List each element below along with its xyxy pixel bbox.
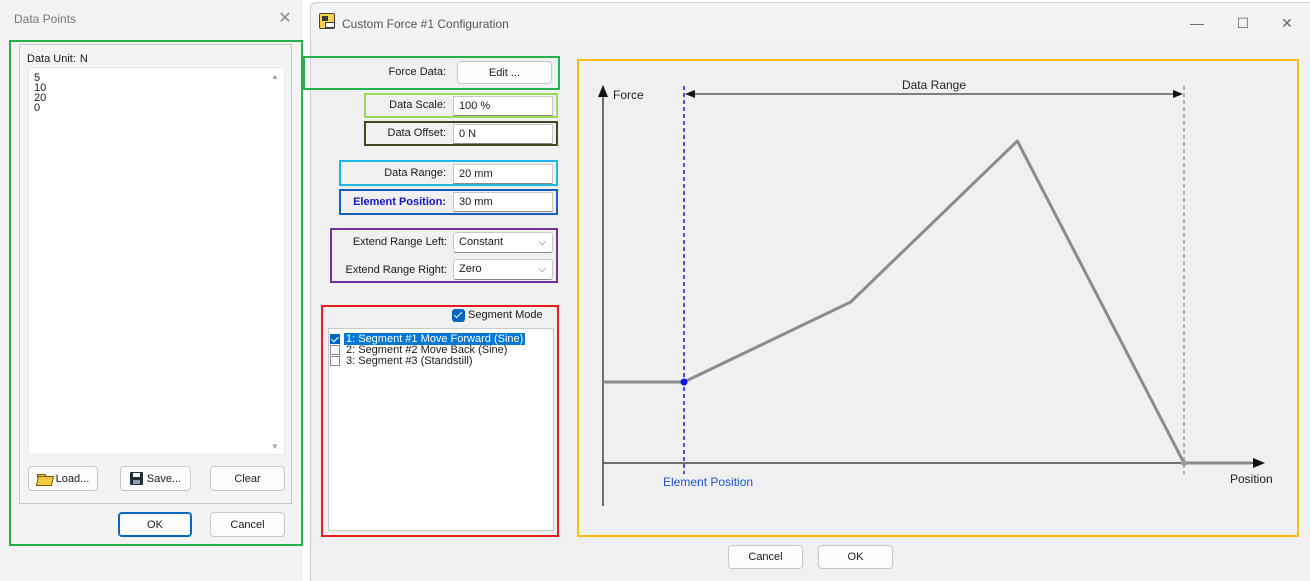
segment-item[interactable]: 3: Segment #3 (Standstill) bbox=[330, 355, 475, 367]
scroll-down-arrow-icon[interactable]: ▼ bbox=[269, 442, 281, 452]
extend-right-select[interactable]: Zero ⌵ bbox=[453, 259, 553, 280]
segment-mode-checkbox[interactable] bbox=[452, 309, 465, 322]
x-axis-label: Position bbox=[1230, 472, 1273, 486]
chevron-down-icon: ⌵ bbox=[538, 264, 546, 275]
folder-open-icon bbox=[36, 473, 52, 485]
data-unit-label: Data Unit: bbox=[27, 53, 76, 65]
data-points-titlebar[interactable]: Data Points ✕ bbox=[0, 0, 303, 38]
data-unit-row: Data Unit: N bbox=[27, 53, 88, 65]
range-arrow-left bbox=[685, 90, 695, 98]
element-position-label: Element Position: bbox=[353, 196, 446, 208]
clear-button[interactable]: Clear bbox=[210, 466, 285, 491]
chevron-down-icon: ⌵ bbox=[538, 237, 546, 248]
data-offset-input[interactable]: 0 N bbox=[453, 124, 553, 144]
edit-button-label: Edit ... bbox=[488, 66, 521, 79]
data-offset-label: Data Offset: bbox=[387, 127, 447, 139]
scroll-up-arrow-icon[interactable]: ▲ bbox=[269, 72, 281, 82]
load-button-label: Load... bbox=[55, 472, 90, 485]
extend-left-label: Extend Range Left: bbox=[352, 236, 447, 248]
data-range-label: Data Range: bbox=[384, 167, 446, 179]
data-unit-value: N bbox=[79, 53, 88, 65]
save-button[interactable]: Save... bbox=[120, 466, 191, 491]
config-window-title: Custom Force #1 Configuration bbox=[342, 17, 509, 31]
data-scale-label: Data Scale: bbox=[389, 99, 446, 111]
floppy-disk-icon bbox=[129, 472, 143, 485]
config-ok-label: OK bbox=[847, 551, 864, 563]
ok-button-label: OK bbox=[147, 518, 163, 531]
ok-button[interactable]: OK bbox=[118, 512, 192, 537]
config-cancel-button[interactable]: Cancel bbox=[728, 545, 803, 569]
minimize-icon[interactable]: — bbox=[1175, 9, 1219, 37]
force-chart: Force Position Element Position Data Ran… bbox=[598, 78, 1273, 506]
force-data-label: Force Data: bbox=[388, 66, 446, 78]
extend-left-select[interactable]: Constant ⌵ bbox=[453, 232, 553, 253]
data-points-title: Data Points bbox=[14, 12, 77, 26]
config-ok-button[interactable]: OK bbox=[818, 545, 893, 569]
extend-left-value: Constant bbox=[459, 236, 504, 248]
window-close-icon[interactable]: ✕ bbox=[1265, 9, 1309, 37]
data-scale-input[interactable]: 100 % bbox=[453, 96, 553, 116]
close-icon[interactable]: ✕ bbox=[272, 7, 298, 31]
config-cancel-label: Cancel bbox=[748, 551, 783, 563]
data-points-group: Data Unit: N 5 10 20 0 ▲ ▼ bbox=[19, 44, 292, 504]
segment-checkbox[interactable] bbox=[330, 345, 340, 355]
force-curve bbox=[603, 139, 1251, 466]
extend-right-value: Zero bbox=[459, 263, 482, 275]
app-icon bbox=[319, 13, 335, 29]
data-point-marker bbox=[680, 378, 688, 386]
range-end-point bbox=[1181, 460, 1187, 466]
segment-label: 3: Segment #3 (Standstill) bbox=[346, 355, 473, 367]
list-item[interactable]: 0 bbox=[29, 103, 46, 114]
cancel-button-label: Cancel bbox=[230, 518, 265, 531]
range-arrow-right bbox=[1173, 90, 1183, 98]
element-position-chart-label: Element Position bbox=[663, 475, 753, 489]
clear-button-label: Clear bbox=[234, 472, 261, 485]
data-points-list[interactable]: 5 10 20 0 ▲ ▼ bbox=[28, 67, 285, 455]
segment-list[interactable]: 1: Segment #1 Move Forward (Sine) 2: Segm… bbox=[328, 328, 554, 531]
extend-right-label: Extend Range Right: bbox=[345, 264, 447, 276]
data-range-label: Data Range bbox=[902, 78, 966, 92]
data-range-input[interactable]: 20 mm bbox=[453, 164, 553, 184]
x-axis-arrow bbox=[1253, 458, 1265, 468]
force-data-line bbox=[683, 139, 1186, 464]
element-position-input[interactable]: 30 mm bbox=[453, 192, 553, 212]
cancel-button[interactable]: Cancel bbox=[210, 512, 285, 537]
y-axis-label: Force bbox=[613, 88, 644, 102]
segment-mode-label[interactable]: Segment Mode bbox=[468, 309, 543, 321]
edit-force-data-button[interactable]: Edit ... bbox=[457, 61, 552, 84]
segment-checkbox[interactable] bbox=[330, 356, 340, 366]
save-button-label: Save... bbox=[146, 472, 182, 485]
maximize-icon[interactable]: ☐ bbox=[1221, 9, 1265, 37]
y-axis-arrow bbox=[598, 85, 608, 97]
segment-checkbox[interactable] bbox=[330, 334, 340, 344]
load-button[interactable]: Load... bbox=[28, 466, 98, 491]
config-titlebar[interactable]: Custom Force #1 Configuration — ☐ ✕ bbox=[311, 3, 1310, 41]
